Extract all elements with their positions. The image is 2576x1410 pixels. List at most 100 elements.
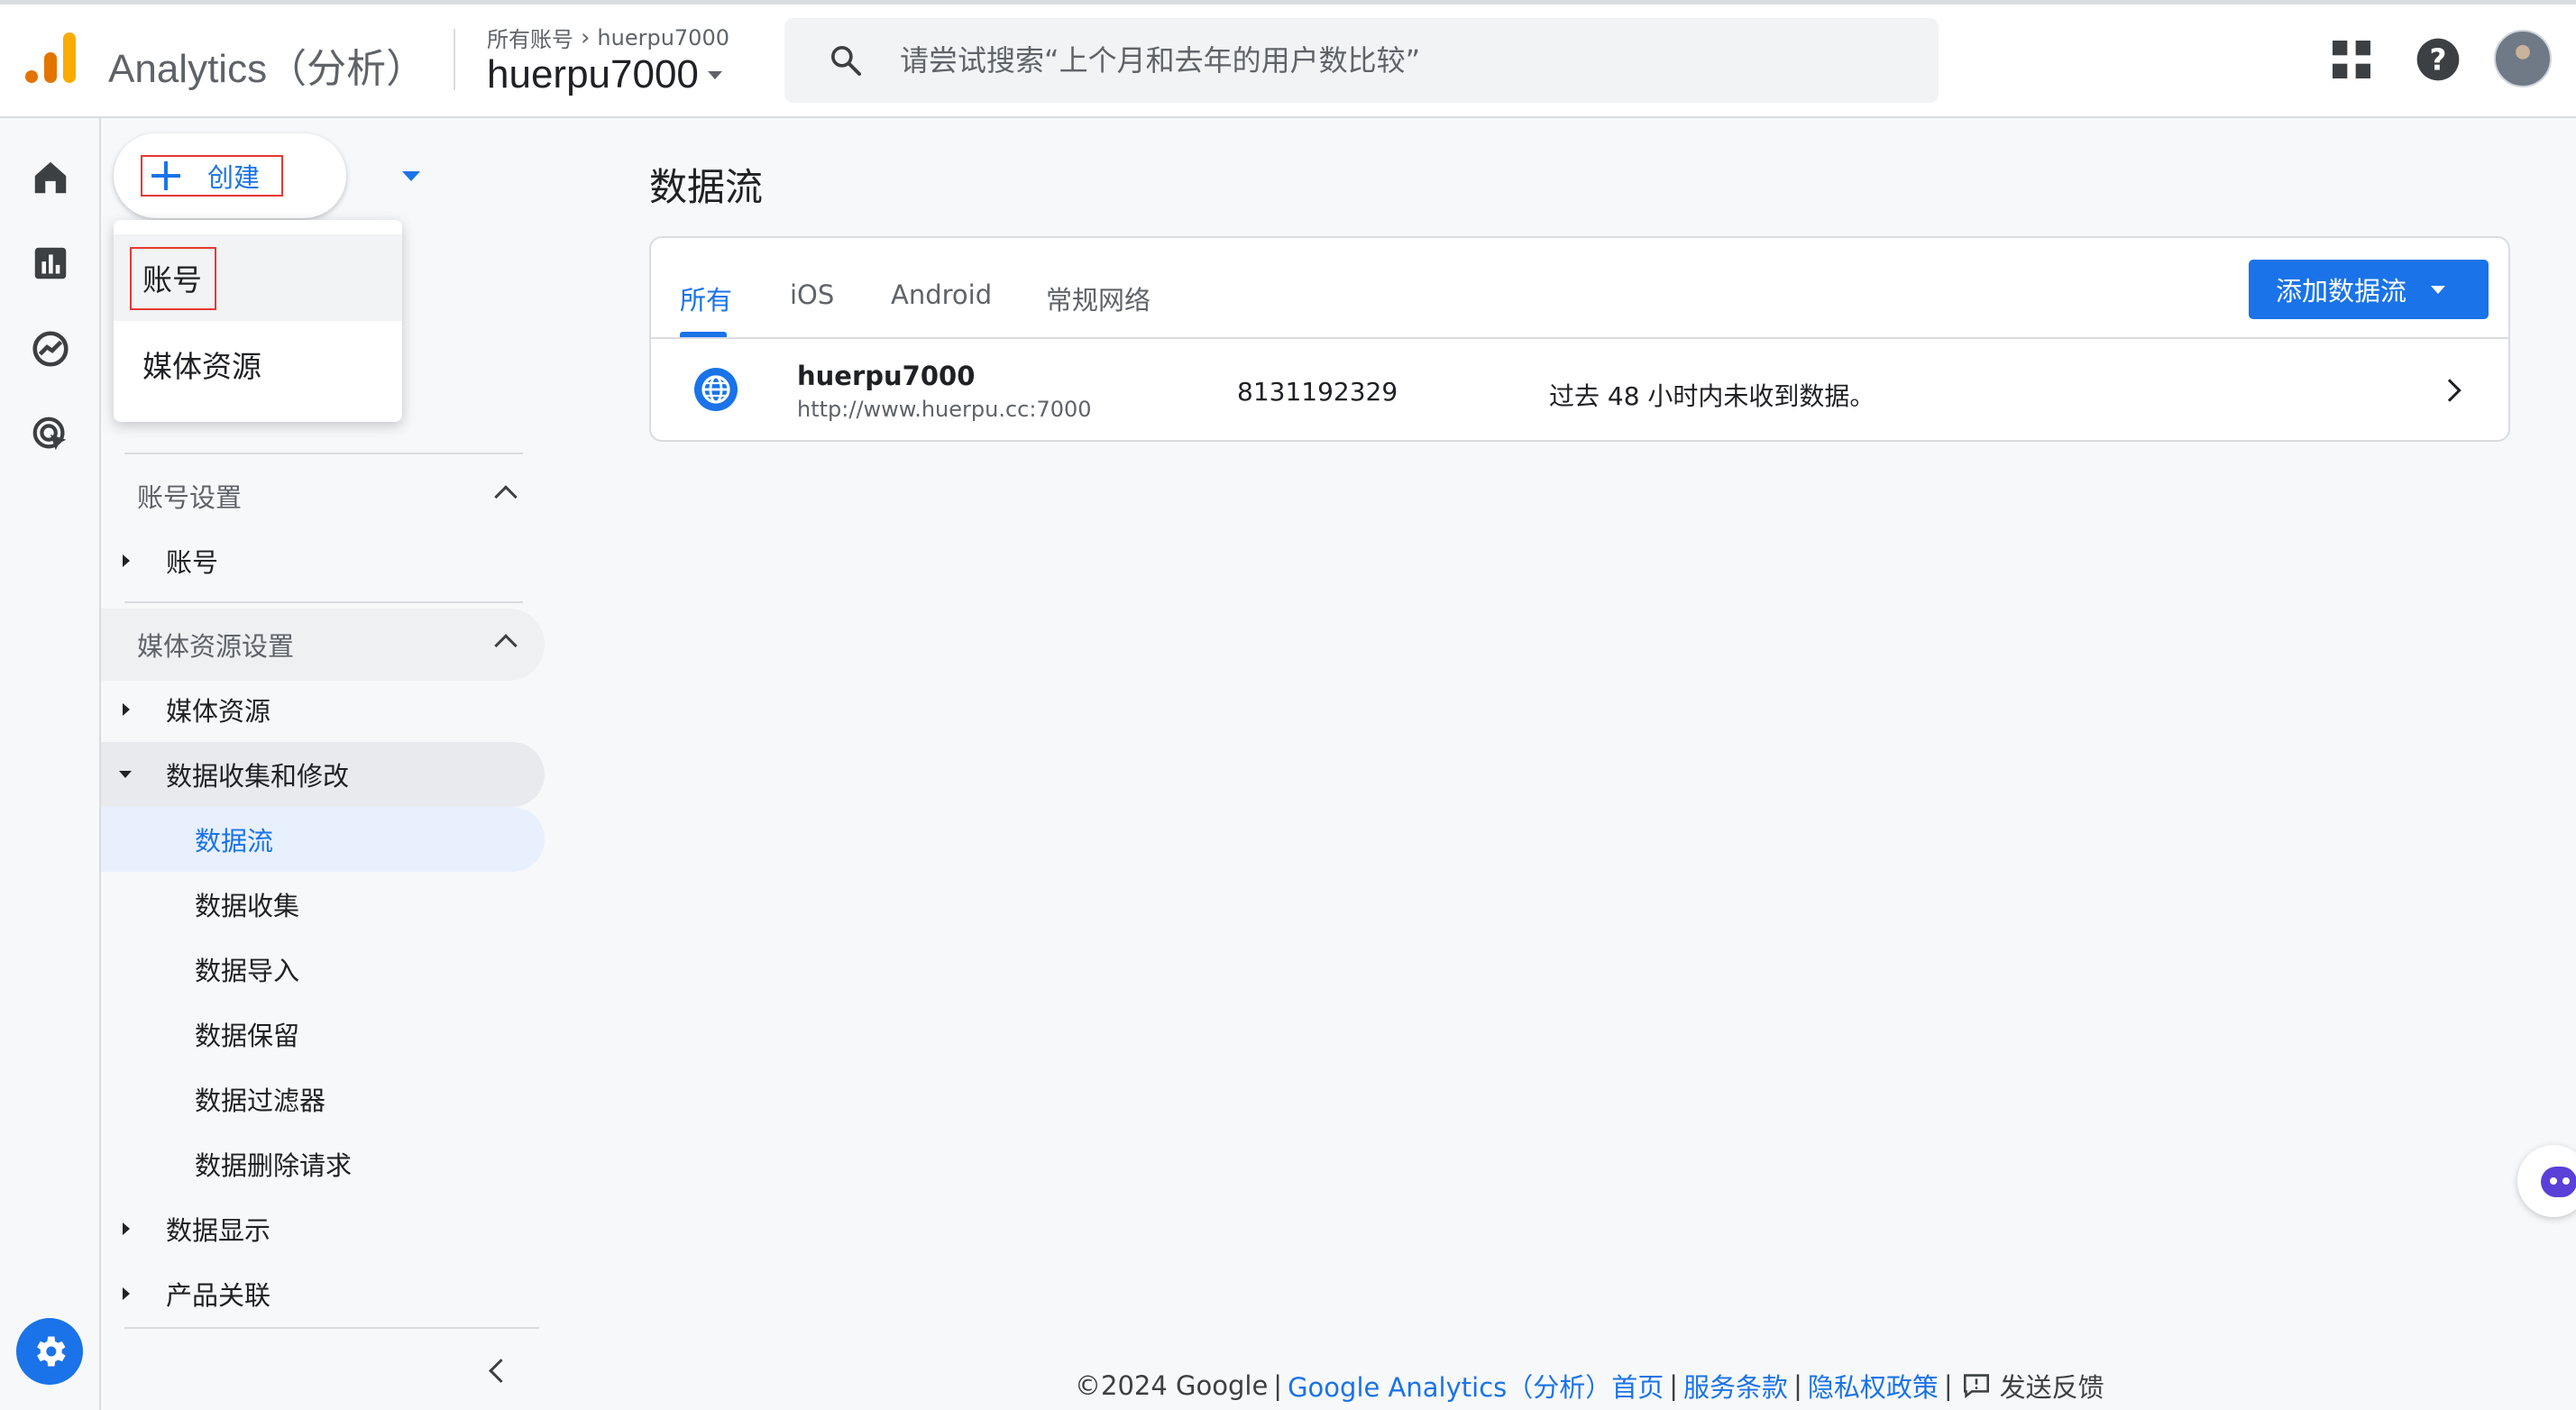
- stream-name: huerpu7000: [797, 361, 976, 391]
- nav-divider: [124, 1327, 539, 1329]
- explore-icon[interactable]: [30, 328, 71, 370]
- stream-row[interactable]: huerpu7000 http://www.huerpu.cc:7000 813…: [651, 341, 2508, 442]
- footer: ©2024 Google | Google Analytics（分析）首页 | …: [1075, 1367, 2104, 1405]
- stream-id: 8131192329: [1237, 377, 1398, 407]
- apps-grid-icon[interactable]: [2326, 34, 2377, 85]
- sidebar-item-label: 数据保留: [195, 1021, 300, 1051]
- caret-down-icon: [707, 70, 722, 79]
- feedback-icon[interactable]: [1962, 1373, 1991, 1398]
- create-dropdown-caret-icon[interactable]: [402, 171, 420, 181]
- footer-link-terms[interactable]: 服务条款: [1683, 1367, 1788, 1405]
- breadcrumb-parent[interactable]: 所有账号: [487, 22, 573, 53]
- caret-down-icon: [2431, 286, 2445, 294]
- sidebar-item-data-import[interactable]: 数据导入: [101, 937, 545, 1002]
- tab-all[interactable]: 所有: [680, 279, 732, 317]
- tab-web[interactable]: 常规网络: [1046, 279, 1150, 317]
- plus-icon: [150, 160, 182, 192]
- nav-divider: [124, 601, 523, 603]
- sidebar-item-data-retention[interactable]: 数据保留: [101, 1002, 545, 1067]
- footer-separator: |: [1793, 1370, 1802, 1401]
- sidebar-item-label: 数据流: [195, 826, 274, 856]
- page-title: 数据流: [649, 165, 764, 209]
- sidebar-item-product-links[interactable]: 产品关联: [101, 1261, 545, 1326]
- search-icon: [831, 46, 861, 76]
- sidebar-item-data-collection[interactable]: 数据收集和修改: [101, 742, 545, 807]
- section-account-settings[interactable]: 账号设置: [101, 460, 545, 532]
- sidebar-item-account[interactable]: 账号: [101, 528, 545, 593]
- footer-copyright: ©2024 Google: [1075, 1370, 1269, 1401]
- assistant-widget-icon[interactable]: [2517, 1145, 2576, 1217]
- add-stream-label: 添加数据流: [2276, 276, 2407, 307]
- advertising-icon[interactable]: [30, 414, 71, 455]
- home-icon[interactable]: [30, 157, 71, 198]
- footer-link-privacy[interactable]: 隐私权政策: [1808, 1367, 1939, 1405]
- settings-gear-button[interactable]: [16, 1318, 83, 1385]
- avatar[interactable]: [2494, 30, 2552, 87]
- settings-gear-icon: [37, 1336, 66, 1367]
- sidebar-item-data-display[interactable]: 数据显示: [101, 1196, 545, 1261]
- top-header: Analytics（分析） 所有账号 › huerpu7000 huerpu70…: [0, 0, 2576, 118]
- account-switcher[interactable]: huerpu7000: [487, 52, 722, 97]
- section-title: 账号设置: [137, 482, 243, 513]
- expand-arrow-icon: [123, 1222, 130, 1235]
- footer-separator: |: [1273, 1370, 1283, 1401]
- stream-status: 过去 48 小时内未收到数据。: [1549, 381, 1875, 411]
- sidebar-item-label: 数据收集: [195, 891, 300, 921]
- create-menu-item-label: 账号: [142, 262, 202, 298]
- section-property-settings[interactable]: 媒体资源设置: [101, 609, 545, 681]
- footer-link-home[interactable]: Google Analytics（分析）首页: [1288, 1367, 1664, 1405]
- breadcrumb[interactable]: 所有账号 › huerpu7000: [487, 22, 729, 53]
- analytics-logo-icon[interactable]: [25, 32, 78, 85]
- collapse-arrow-icon: [119, 771, 132, 778]
- sidebar-item-data-streams[interactable]: 数据流: [101, 807, 545, 872]
- create-button-main[interactable]: 创建: [141, 155, 283, 197]
- sidebar-item-label: 数据显示: [166, 1215, 271, 1246]
- app-title[interactable]: Analytics（分析）: [108, 36, 426, 94]
- sidebar-item-label: 数据删除请求: [195, 1150, 353, 1181]
- sidebar-item-label: 数据收集和修改: [166, 761, 350, 792]
- sidebar-item-data-filters[interactable]: 数据过滤器: [101, 1067, 545, 1131]
- footer-feedback[interactable]: 发送反馈: [2000, 1367, 2104, 1405]
- add-stream-button[interactable]: 添加数据流: [2249, 260, 2489, 319]
- sidebar-item-property[interactable]: 媒体资源: [101, 677, 545, 742]
- stream-tabs: 所有 iOS Android 常规网络 添加数据流: [651, 238, 2508, 339]
- expand-arrow-icon: [123, 554, 130, 567]
- tab-android[interactable]: Android: [891, 279, 992, 310]
- tab-ios[interactable]: iOS: [790, 279, 834, 310]
- chevron-right-icon: ›: [581, 23, 591, 51]
- sidebar-item-data-deletion[interactable]: 数据删除请求: [101, 1131, 545, 1196]
- sidebar-item-data-collection-sub[interactable]: 数据收集: [101, 872, 545, 937]
- chevron-up-icon: [494, 634, 518, 657]
- header-divider: [454, 29, 455, 90]
- breadcrumb-current[interactable]: huerpu7000: [597, 25, 729, 50]
- expand-arrow-icon: [123, 1287, 130, 1300]
- search-input[interactable]: [900, 18, 1910, 103]
- globe-icon: [694, 368, 738, 411]
- ga-admin-page: Analytics（分析） 所有账号 › huerpu7000 huerpu70…: [0, 0, 2576, 1410]
- stream-url: http://www.huerpu.cc:7000: [797, 397, 1092, 422]
- header-top-border: [0, 0, 2576, 5]
- chevron-right-icon[interactable]: [2438, 379, 2461, 402]
- sidebar-item-label: 数据过滤器: [195, 1085, 326, 1116]
- expand-arrow-icon: [123, 703, 130, 716]
- create-menu-item-account[interactable]: 账号: [114, 234, 402, 321]
- data-streams-card: 所有 iOS Android 常规网络 添加数据流 huerpu7000 htt…: [649, 236, 2510, 442]
- sidebar-item-label: 媒体资源: [166, 696, 271, 727]
- svg-text:?: ?: [2430, 43, 2447, 78]
- left-rail: [0, 118, 101, 1410]
- chevron-up-icon: [494, 485, 518, 508]
- collapse-sidebar-chevron-icon[interactable]: [485, 1360, 509, 1383]
- sidebar-item-label: 产品关联: [166, 1280, 271, 1311]
- help-icon[interactable]: ?: [2413, 34, 2463, 85]
- reports-icon[interactable]: [30, 243, 71, 284]
- create-menu-item-label: 媒体资源: [142, 349, 261, 384]
- search-bar[interactable]: [784, 18, 1939, 103]
- footer-separator: |: [1943, 1370, 1953, 1401]
- create-button[interactable]: 创建: [114, 133, 420, 218]
- footer-separator: |: [1669, 1370, 1679, 1401]
- sidebar-item-label: 账号: [166, 547, 219, 578]
- create-label: 创建: [207, 162, 261, 193]
- section-title: 媒体资源设置: [137, 631, 295, 662]
- create-menu-item-property[interactable]: 媒体资源: [114, 321, 402, 407]
- create-menu: 账号 媒体资源: [114, 220, 402, 422]
